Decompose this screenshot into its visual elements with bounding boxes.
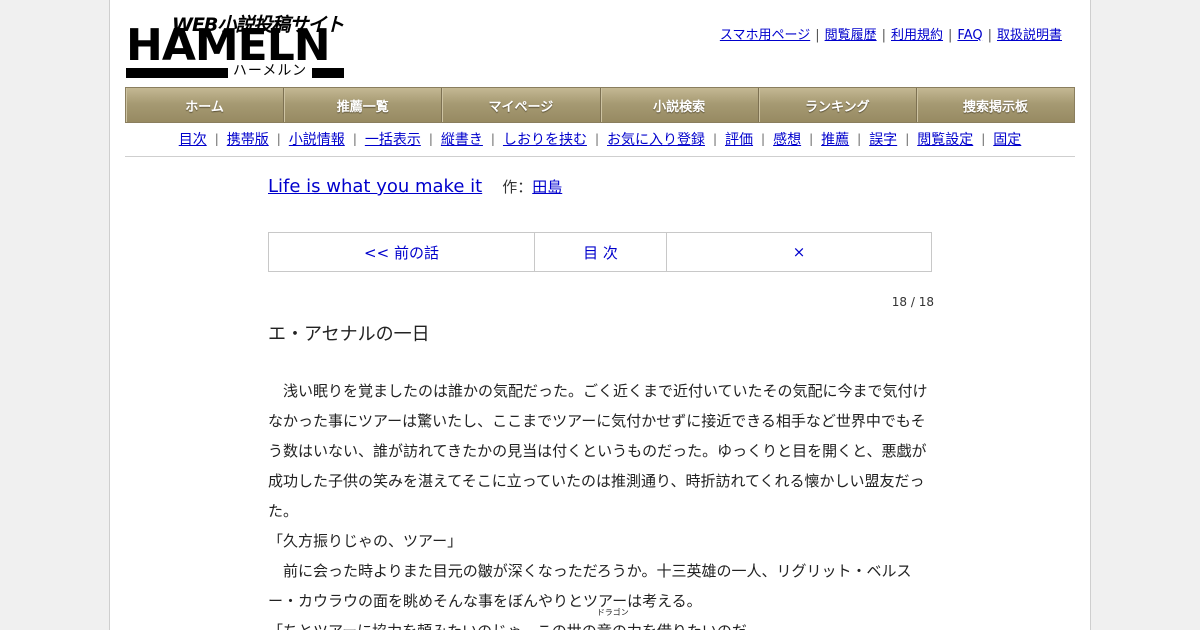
subnav-bookmark[interactable]: しおりを挟む <box>503 129 587 149</box>
author-label: 作： <box>502 178 533 196</box>
logo-kana: ハーメルン <box>232 63 308 79</box>
link-faq[interactable]: FAQ <box>957 28 982 43</box>
nav-ranking[interactable]: ランキング <box>759 88 917 122</box>
author-link[interactable]: 田島 <box>532 178 562 196</box>
prev-chapter-link[interactable]: << 前の話 <box>269 233 535 271</box>
ruby-text: ドラゴン <box>596 608 629 617</box>
paragraph-text: 「ちとツアーに協力を頼みたいのじゃ。この世の <box>268 622 597 630</box>
subnav-settings[interactable]: 閲覧設定 <box>917 129 973 149</box>
ruby-base: 竜 <box>597 622 612 630</box>
main-nav: ホーム 推薦一覧 マイページ 小説検索 ランキング 捜索掲示板 <box>125 87 1075 123</box>
novel-title[interactable]: Life is what you make it <box>268 176 482 197</box>
novel-content: Life is what you make it 作：田島 << 前の話 目 次 … <box>268 176 934 630</box>
paragraph: 前に会った時よりまた目元の皺が深くなっただろうか。十三英雄の一人、リグリット・ベ… <box>268 562 912 610</box>
hameln-logo[interactable]: WEB小説投稿サイト HAMELN ハーメルン <box>126 10 348 80</box>
link-smartphone[interactable]: スマホ用ページ <box>720 28 810 43</box>
chapter-count: 18 / 18 <box>891 295 934 309</box>
novel-header: Life is what you make it 作：田島 <box>268 176 932 218</box>
link-manual[interactable]: 取扱説明書 <box>997 28 1062 43</box>
separator: | <box>857 132 862 146</box>
separator: | <box>352 132 357 146</box>
chapter-pager: << 前の話 目 次 × <box>268 232 932 272</box>
separator: | <box>761 132 766 146</box>
logo-wordmark: HAMELN <box>126 20 331 71</box>
chapter-body: 浅い眠りを覚ましたのは誰かの気配だった。ごく近くまで近付いていたその気配に今まで… <box>268 376 932 630</box>
separator: | <box>881 28 886 43</box>
separator: | <box>490 132 495 146</box>
separator: | <box>981 132 986 146</box>
ruby: ドラゴン竜 <box>597 608 629 630</box>
subnav-pin[interactable]: 固定 <box>993 129 1021 149</box>
logo-bar-left <box>126 68 228 78</box>
separator: | <box>905 132 910 146</box>
nav-recommendations[interactable]: 推薦一覧 <box>284 88 443 122</box>
subnav-rating[interactable]: 評価 <box>725 129 753 149</box>
nav-home[interactable]: ホーム <box>126 88 285 122</box>
chapter-title: エ・アセナルの一日 <box>268 324 430 345</box>
paragraph-text: の力を借りたいのだ。 <box>612 622 762 630</box>
separator: | <box>809 132 814 146</box>
logo-bar-right <box>312 68 344 78</box>
page-container: WEB小説投稿サイト HAMELN ハーメルン スマホ用ページ | 閲覧履歴 | 利用規… <box>109 0 1091 630</box>
separator: | <box>214 132 219 146</box>
subnav-typo[interactable]: 誤字 <box>869 129 897 149</box>
subnav-all[interactable]: 一括表示 <box>365 129 421 149</box>
separator: | <box>713 132 718 146</box>
link-history[interactable]: 閲覧履歴 <box>825 28 877 43</box>
subnav-favorite[interactable]: お気に入り登録 <box>607 129 705 149</box>
nav-board[interactable]: 捜索掲示板 <box>917 88 1074 122</box>
paragraph: 浅い眠りを覚ましたのは誰かの気配だった。ごく近くまで近付いていたその気配に今まで… <box>268 382 928 520</box>
separator: | <box>948 28 953 43</box>
paragraph: 「久方振りじゃの、ツアー」 <box>268 532 463 550</box>
separator: | <box>594 132 599 146</box>
nav-mypage[interactable]: マイページ <box>442 88 601 122</box>
subnav-vertical[interactable]: 縦書き <box>441 129 483 149</box>
separator: | <box>815 28 820 43</box>
nav-search[interactable]: 小説検索 <box>601 88 759 122</box>
subnav-info[interactable]: 小説情報 <box>289 129 345 149</box>
separator: | <box>276 132 281 146</box>
subnav-toc[interactable]: 目次 <box>179 129 207 149</box>
subnav-recommend[interactable]: 推薦 <box>821 129 849 149</box>
link-terms[interactable]: 利用規約 <box>891 28 943 43</box>
top-links: スマホ用ページ | 閲覧履歴 | 利用規約 | FAQ | 取扱説明書 <box>720 24 1062 43</box>
subnav-review[interactable]: 感想 <box>773 129 801 149</box>
toc-link[interactable]: 目 次 <box>535 233 667 271</box>
separator: | <box>987 28 992 43</box>
close-button[interactable]: × <box>667 233 931 271</box>
separator: | <box>428 132 433 146</box>
novel-subnav: 目次 | 携帯版 | 小説情報 | 一括表示 | 縦書き | しおりを挟む | お気に入り登… <box>125 122 1075 157</box>
subnav-mobile[interactable]: 携帯版 <box>227 129 269 149</box>
author-line: 作：田島 <box>502 178 562 196</box>
paragraph: 「ちとツアーに協力を頼みたいのじゃ。この世のドラゴン竜の力を借りたいのだ。 <box>268 608 932 630</box>
